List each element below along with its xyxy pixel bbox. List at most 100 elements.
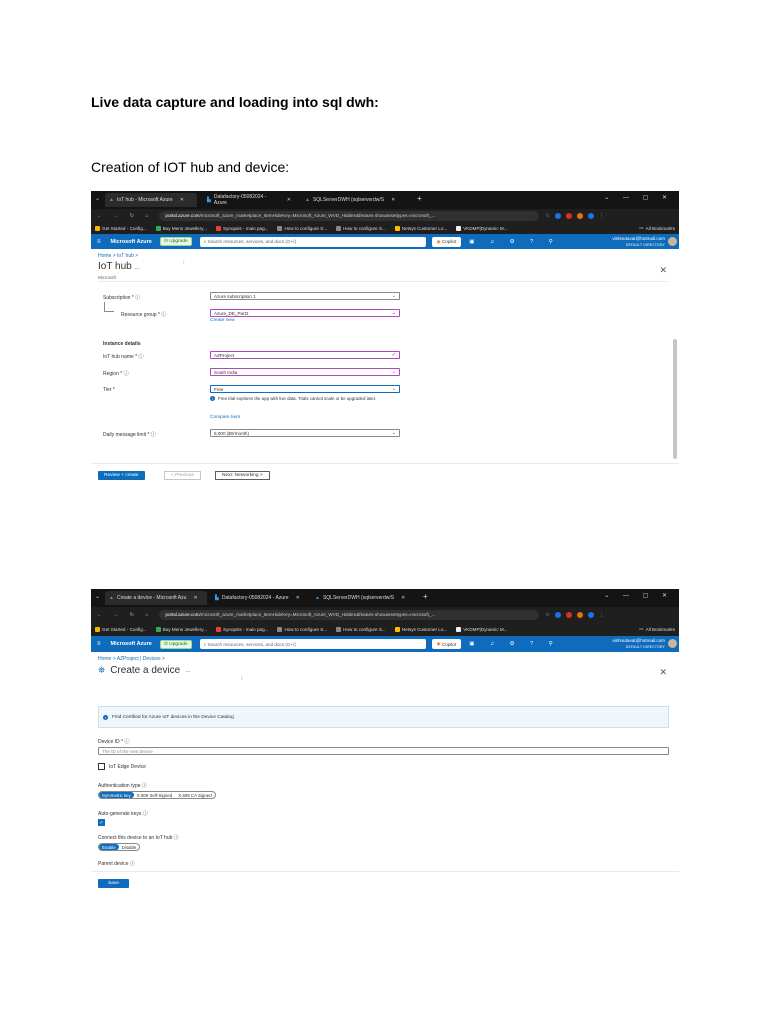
extension-icon[interactable] <box>576 611 583 618</box>
tab-list-icon[interactable]: ⌄ <box>95 195 100 202</box>
star-icon[interactable]: ☆ <box>545 612 549 618</box>
user-account[interactable]: vishnutavat@hotmail.com DEFAULT DIRECTOR… <box>612 638 665 650</box>
resource-group-select[interactable]: Azure_DE_Part2 ⌄ <box>210 309 400 317</box>
more-icon[interactable]: ... <box>135 265 140 271</box>
hamburger-icon[interactable]: ≡ <box>97 641 101 647</box>
copilot-button[interactable]: ◉ Copilot <box>431 236 462 247</box>
menu-icon[interactable]: ⋮ <box>599 213 604 219</box>
azure-search-input[interactable]: ⌕ Search resources, services, and docs (… <box>199 236 426 247</box>
tab-create-device[interactable]: ▲ Create a device - Microsoft Azu ✕ <box>105 591 207 605</box>
previous-button[interactable]: < Previous <box>164 471 201 480</box>
close-icon[interactable]: ✕ <box>180 197 184 203</box>
star-icon[interactable]: ☆ <box>545 213 549 219</box>
bookmark-item[interactable]: Synopsis - main pag... <box>216 626 268 632</box>
extension-icon[interactable] <box>554 611 561 618</box>
bookmark-item[interactable]: Buy Mens Jewellery... <box>155 225 207 231</box>
connect-enable[interactable]: Enable <box>99 844 119 850</box>
bookmark-item[interactable]: Buy Mens Jewellery... <box>155 626 207 632</box>
window-controls[interactable]: ⌄ — ▢ ✕ <box>604 592 673 599</box>
profile-icon[interactable] <box>587 212 594 219</box>
tab-iot-hub[interactable]: ▲ IoT hub - Microsoft Azure ✕ <box>105 193 197 207</box>
new-tab-icon[interactable]: + <box>423 592 428 601</box>
device-id-input[interactable]: The ID of the new device <box>98 747 669 755</box>
address-bar[interactable]: portal.azure.com/microsoft_azure_marketp… <box>159 210 540 221</box>
profile-icon[interactable] <box>587 611 594 618</box>
azure-search-input[interactable]: ⌕ Search resources, services, and docs (… <box>199 639 426 649</box>
close-icon[interactable]: ✕ <box>193 595 197 601</box>
hamburger-icon[interactable]: ≡ <box>97 239 101 245</box>
close-icon[interactable]: ✕ <box>391 197 395 203</box>
subscription-select[interactable]: Azure subscription 1 ⌄ <box>210 292 400 300</box>
bookmark-item[interactable]: Synopsis - main pag... <box>216 225 268 231</box>
auth-option-ca-signed[interactable]: X.509 CA Signed <box>175 792 214 798</box>
avatar[interactable] <box>668 237 677 246</box>
azure-toolbar-icons[interactable]: ▣ ♫ ⚙ ? ⚲ <box>469 239 559 245</box>
scrollbar[interactable] <box>673 339 677 459</box>
new-tab-icon[interactable]: + <box>417 194 422 203</box>
hub-name-input[interactable]: AZProject ✓ <box>210 351 400 359</box>
tier-select[interactable]: Free ⌄ <box>210 385 400 393</box>
daily-limit-select[interactable]: 8,000 ($0/month) ⌄ <box>210 429 400 437</box>
next-networking-button[interactable]: Next: Networking > <box>215 471 270 480</box>
nav-buttons[interactable]: ← → ↻ ⌂ <box>97 213 153 219</box>
address-bar-row: ← → ↻ ⌂ portal.azure.com/microsoft_azure… <box>91 209 679 222</box>
cursor-marker: ı <box>183 260 185 266</box>
tab-sqlserverdwh[interactable]: ▲ SQLServerDWH (sqlserverdw/S ✕ <box>311 591 415 605</box>
autogen-checkbox[interactable]: ✓ <box>98 819 105 826</box>
bookmark-item[interactable]: Get Started - Config... <box>95 225 147 231</box>
bookmark-item[interactable]: How to configure S... <box>336 626 386 632</box>
bookmark-item[interactable]: Netsys Customer Lo... <box>394 225 447 231</box>
menu-icon[interactable]: ⋮ <box>599 612 604 618</box>
azure-toolbar-icons[interactable]: ▣ ♫ ⚙ ? ⚲ <box>469 641 559 647</box>
breadcrumb[interactable]: Home > AZProject | Devices > <box>98 656 165 662</box>
auth-option-self-signed[interactable]: X.509 Self-Signed <box>134 792 175 798</box>
breadcrumb[interactable]: Home > IoT hub > <box>98 253 138 259</box>
browser-tab-strip: ⌄ ▲ Create a device - Microsoft Azu ✕ ▙ … <box>91 589 679 607</box>
connect-disable[interactable]: Disable <box>119 844 140 850</box>
extension-icon[interactable] <box>565 611 572 618</box>
all-bookmarks[interactable]: ▭ All Bookmarks <box>639 626 679 632</box>
info-banner-text[interactable]: Find Certified for Azure IoT devices in … <box>112 715 234 720</box>
upgrade-icon: ⊙ <box>163 641 168 647</box>
region-select[interactable]: South India ⌄ <box>210 368 400 376</box>
upgrade-label: Upgrade <box>169 641 188 647</box>
avatar[interactable] <box>668 639 677 648</box>
more-icon[interactable]: ... <box>185 668 190 674</box>
bookmark-item[interactable]: VKDMP|Dynamic M... <box>456 225 508 231</box>
copilot-icon: ◉ <box>436 238 441 244</box>
close-icon[interactable]: ✕ <box>296 595 300 601</box>
bookmark-item[interactable]: Get Started - Config... <box>95 626 147 632</box>
extension-icon[interactable] <box>565 212 572 219</box>
azure-brand[interactable]: Microsoft Azure <box>111 641 152 647</box>
close-icon[interactable]: ✕ <box>401 595 405 601</box>
tab-datafactory[interactable]: ▙ Datafactory-05082024 - Azure ✕ <box>203 193 295 207</box>
upgrade-button[interactable]: ⊙ Upgrade <box>159 639 192 649</box>
close-icon[interactable]: ✕ <box>659 265 667 276</box>
nav-buttons[interactable]: ← → ↻ ⌂ <box>97 612 153 618</box>
bookmark-item[interactable]: How to configure S... <box>277 626 327 632</box>
user-account[interactable]: vishnutavat@hotmail.com DEFAULT DIRECTOR… <box>612 236 665 248</box>
tab-sqlserverdwh[interactable]: ▲ SQLServerDWH (sqlserverdw/S ✕ <box>301 193 405 207</box>
extension-icon[interactable] <box>576 212 583 219</box>
save-button[interactable]: Save <box>98 879 129 888</box>
bookmark-item[interactable]: Netsys Customer Lo... <box>394 626 447 632</box>
copilot-button[interactable]: ◉ Copilot <box>431 639 462 649</box>
create-new-link[interactable]: Create new <box>210 318 235 323</box>
review-create-button[interactable]: Review + create <box>98 471 145 480</box>
iot-edge-checkbox[interactable] <box>98 763 105 770</box>
bookmark-item[interactable]: VKDMP|Dynamic M... <box>456 626 508 632</box>
window-controls[interactable]: ⌄ — ▢ ✕ <box>604 194 673 201</box>
auth-option-symmetric[interactable]: Symmetric key <box>99 792 134 798</box>
bookmark-item[interactable]: How to configure S... <box>277 225 327 231</box>
upgrade-button[interactable]: ⊙ Upgrade <box>159 237 192 246</box>
extension-icon[interactable] <box>554 212 561 219</box>
compare-tiers-link[interactable]: Compare tiers <box>210 415 240 420</box>
bookmark-item[interactable]: How to configure S... <box>336 225 386 231</box>
tab-list-icon[interactable]: ⌄ <box>95 593 100 600</box>
close-icon[interactable]: ✕ <box>287 197 291 203</box>
all-bookmarks[interactable]: ▭ All Bookmarks <box>639 225 679 231</box>
tab-datafactory[interactable]: ▙ Datafactory-05082024 - Azure ✕ <box>211 591 307 605</box>
close-icon[interactable]: ✕ <box>659 667 667 678</box>
azure-brand[interactable]: Microsoft Azure <box>111 239 152 245</box>
address-bar[interactable]: portal.azure.com/microsoft_azure_marketp… <box>159 609 540 620</box>
